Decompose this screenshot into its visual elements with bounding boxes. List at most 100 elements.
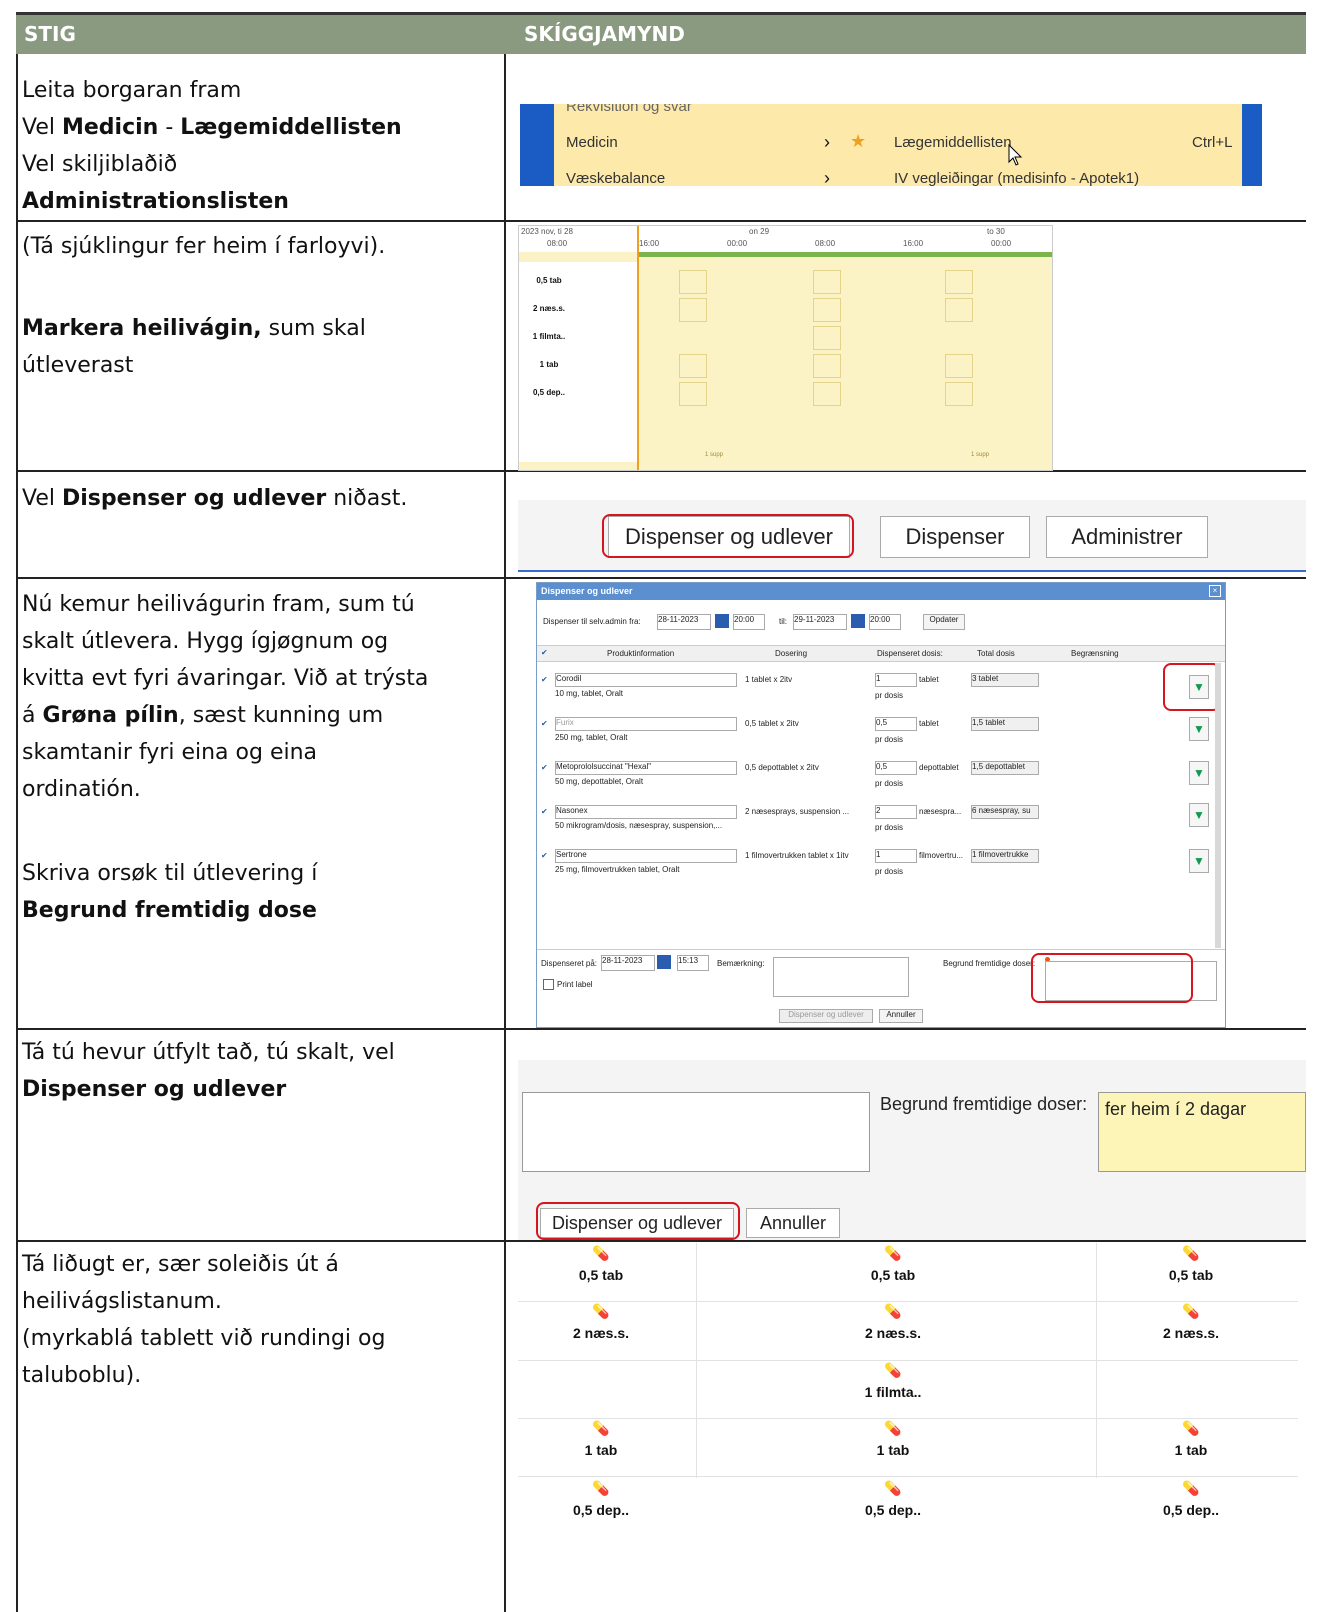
check-icon[interactable]: ✔	[541, 763, 548, 772]
dose-cell[interactable]	[813, 298, 841, 322]
column-header: Total dosis	[977, 649, 1015, 658]
expand-arrow-icon[interactable]: ▼	[1189, 849, 1209, 873]
dose-cell[interactable]	[813, 270, 841, 294]
qty-input[interactable]: 0,5	[875, 761, 917, 775]
check-icon[interactable]: ✔	[541, 675, 548, 684]
drug-label[interactable]: 1 tab	[519, 360, 579, 369]
from-time-input[interactable]: 20:00	[733, 614, 765, 630]
reason-input[interactable]: fer heim í 2 dagar	[1098, 1092, 1306, 1172]
dose-cell[interactable]	[679, 298, 707, 322]
dose-cell[interactable]: 💊 2 næs.s.	[556, 1303, 646, 1341]
check-icon[interactable]: ✔	[541, 648, 548, 657]
dose-cell[interactable]	[945, 270, 973, 294]
remark-textarea[interactable]	[522, 1092, 870, 1172]
menu-item-vaeskebalance[interactable]: Væskebalance	[566, 170, 665, 186]
dose-cell[interactable]: 💊 0,5 dep..	[556, 1480, 646, 1518]
dispenser-og-udlever-button[interactable]: Dispenser og udlever	[779, 1009, 873, 1023]
product-select[interactable]: Nasonex	[555, 805, 737, 819]
perdose-text: pr dosis	[875, 867, 904, 876]
remark-textarea[interactable]	[773, 957, 909, 997]
dose-cell[interactable]: 💊 0,5 dep..	[1146, 1480, 1236, 1518]
chevron-right-icon: ›	[824, 168, 830, 186]
dose-cell[interactable]: 💊 2 næs.s.	[1146, 1303, 1236, 1341]
dose-cell[interactable]	[945, 382, 973, 406]
step-line: (myrkablá tablett við rundingi og	[22, 1326, 386, 1351]
from-date-input[interactable]: 28-11-2023	[657, 614, 711, 630]
dose-cell[interactable]	[945, 298, 973, 322]
step-line: Begrund fremtidig dose	[22, 898, 317, 923]
dispensed-time-input[interactable]: 15:13	[677, 955, 709, 971]
menu-item-rekvisition[interactable]: Rekvisition og svar	[566, 104, 692, 115]
product-select[interactable]: Furix	[555, 717, 737, 731]
dose-cell[interactable]: 💊 1 tab	[848, 1420, 938, 1458]
submenu-item-laegemiddellisten[interactable]: Lægemiddellisten	[894, 134, 1012, 151]
update-button[interactable]: Opdater	[923, 614, 965, 630]
dose-cell[interactable]	[679, 382, 707, 406]
dose-cell[interactable]: 💊 1 tab	[556, 1420, 646, 1458]
expand-arrow-icon[interactable]: ▼	[1189, 717, 1209, 741]
dose-cell[interactable]: 💊 1 filmta..	[848, 1362, 938, 1400]
close-icon[interactable]: ×	[1209, 585, 1221, 597]
to-time-input[interactable]: 20:00	[869, 614, 901, 630]
dose-cell[interactable]: 💊 0,5 tab	[556, 1245, 646, 1283]
submenu-item-iv[interactable]: IV vegleiðingar (medisinfo - Apotek1)	[894, 170, 1139, 186]
dose-cell[interactable]	[813, 326, 841, 350]
check-icon[interactable]: ✔	[541, 851, 548, 860]
row-divider	[16, 1240, 1306, 1242]
highlight-outline	[1163, 663, 1221, 711]
highlight-outline	[536, 1202, 740, 1240]
drug-label[interactable]: 0,5 tab	[519, 276, 579, 285]
cancel-button[interactable]: Annuller	[746, 1208, 840, 1238]
drug-label[interactable]: 0,5 dep..	[519, 388, 579, 397]
drug-label[interactable]: 2 næs.s.	[519, 304, 579, 313]
dispensed-date-input[interactable]: 28-11-2023	[601, 955, 655, 971]
dose-cell[interactable]: 💊 0,5 dep..	[848, 1480, 938, 1518]
menu-item-medicin[interactable]: Medicin	[566, 134, 618, 151]
scrollbar[interactable]	[1215, 663, 1221, 948]
product-select[interactable]: Sertrone	[555, 849, 737, 863]
product-select[interactable]: Corodil	[555, 673, 737, 687]
qty-input[interactable]: 1	[875, 849, 917, 863]
calendar-icon[interactable]	[657, 955, 671, 969]
total-field: 1 filmovertrukke	[971, 849, 1039, 863]
qty-input[interactable]: 1	[875, 673, 917, 687]
step-line: heilivágslistanum.	[22, 1289, 222, 1314]
expand-arrow-icon[interactable]: ▼	[1189, 761, 1209, 785]
product-select[interactable]: Metoprololsuccinat "Hexal"	[555, 761, 737, 775]
dose-cell[interactable]: 💊 2 næs.s.	[848, 1303, 938, 1341]
dispenser-button[interactable]: Dispenser	[880, 516, 1030, 558]
dose-cell[interactable]	[679, 354, 707, 378]
step-3-text: Vel Dispenser og udlever niðast.	[22, 480, 492, 517]
calendar-icon[interactable]	[851, 614, 865, 628]
step-line: skamtanir fyri eina og eina	[22, 740, 318, 765]
cancel-button[interactable]: Annuller	[879, 1009, 923, 1023]
dose-cell[interactable]	[679, 270, 707, 294]
check-icon[interactable]: ✔	[541, 719, 548, 728]
print-label-checkbox[interactable]	[543, 979, 554, 990]
dose-cell[interactable]: 💊 0,5 tab	[1146, 1245, 1236, 1283]
total-field: 6 næsespray, su	[971, 805, 1039, 819]
dose-cell[interactable]	[813, 382, 841, 406]
time-label: 00:00	[991, 239, 1012, 248]
expand-arrow-icon[interactable]: ▼	[1189, 803, 1209, 827]
dose-cell[interactable]: 💊 1 tab	[1146, 1420, 1236, 1458]
context-menu: Rekvisition og svar Medicin Væskebalance…	[554, 104, 844, 186]
pill-speech-icon: 💊	[1182, 1303, 1200, 1319]
total-field: 3 tablet	[971, 673, 1039, 687]
dose-cell[interactable]: 💊 0,5 tab	[848, 1245, 938, 1283]
time-label: 08:00	[815, 239, 836, 248]
dispensed-on-label: Dispenseret på:	[541, 959, 598, 968]
qty-input[interactable]: 0,5	[875, 717, 917, 731]
calendar-icon[interactable]	[715, 614, 729, 628]
to-date-input[interactable]: 29-11-2023	[793, 614, 847, 630]
check-icon[interactable]: ✔	[541, 807, 548, 816]
qty-input[interactable]: 2	[875, 805, 917, 819]
administrer-button[interactable]: Administrer	[1046, 516, 1208, 558]
row-divider	[16, 1028, 1306, 1030]
dose-cell[interactable]	[945, 354, 973, 378]
step-line: Vel skiljiblaðið	[22, 152, 178, 177]
drug-label[interactable]: 1 filmta..	[519, 332, 579, 341]
time-label: 08:00	[547, 239, 568, 248]
dose-cell[interactable]	[813, 354, 841, 378]
blue-rule	[518, 570, 1306, 572]
